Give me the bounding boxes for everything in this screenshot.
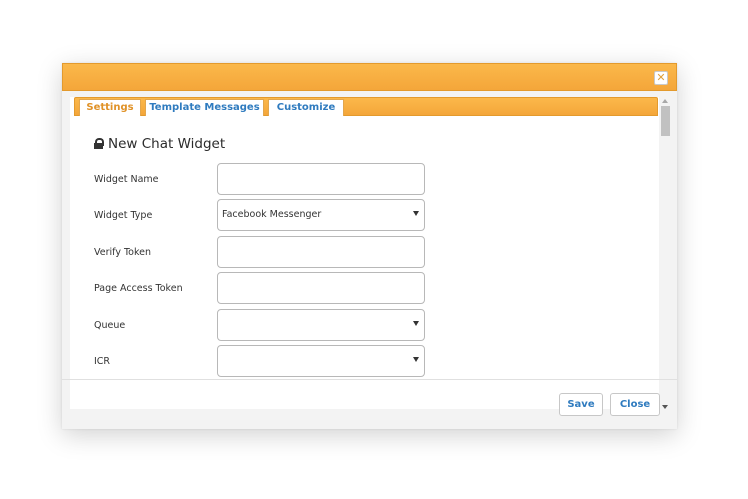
dialog-titlebar[interactable]: ✕: [62, 63, 677, 91]
icr-label: ICR: [94, 356, 111, 367]
chevron-down-icon: [413, 211, 419, 216]
footer-divider: [62, 379, 677, 380]
page-access-token-label: Page Access Token: [94, 283, 183, 294]
icr-select[interactable]: [217, 345, 425, 377]
widget-type-label: Widget Type: [94, 210, 153, 221]
tab-template-messages[interactable]: Template Messages: [145, 99, 264, 116]
close-button[interactable]: Close: [610, 393, 660, 416]
dialog-content: Settings Template Messages Customize New…: [70, 97, 667, 409]
page-access-token-input[interactable]: [217, 272, 425, 304]
tab-bar: Settings Template Messages Customize: [74, 97, 658, 116]
scroll-down-arrow-icon[interactable]: [662, 405, 668, 409]
queue-select[interactable]: [217, 309, 425, 341]
save-button[interactable]: Save: [559, 393, 603, 416]
widget-name-label: Widget Name: [94, 174, 159, 185]
close-icon[interactable]: ✕: [654, 71, 668, 85]
tab-settings[interactable]: Settings: [79, 99, 141, 116]
lock-icon: [94, 138, 104, 149]
widget-type-value: Facebook Messenger: [222, 209, 322, 220]
chevron-down-icon: [413, 357, 419, 362]
chat-widget-dialog: ✕ Settings Template Messages Customize N…: [62, 63, 677, 429]
scrollbar-thumb[interactable]: [661, 106, 670, 136]
verify-token-label: Verify Token: [94, 247, 151, 258]
widget-name-input[interactable]: [217, 163, 425, 195]
chevron-down-icon: [413, 321, 419, 326]
queue-label: Queue: [94, 320, 126, 331]
scrollbar[interactable]: [659, 97, 672, 409]
tab-customize[interactable]: Customize: [268, 99, 344, 116]
scroll-up-arrow-icon[interactable]: [662, 99, 668, 103]
panel-heading: New Chat Widget: [94, 136, 225, 152]
verify-token-input[interactable]: [217, 236, 425, 268]
widget-type-select[interactable]: Facebook Messenger: [217, 199, 425, 231]
panel-heading-text: New Chat Widget: [108, 136, 226, 152]
